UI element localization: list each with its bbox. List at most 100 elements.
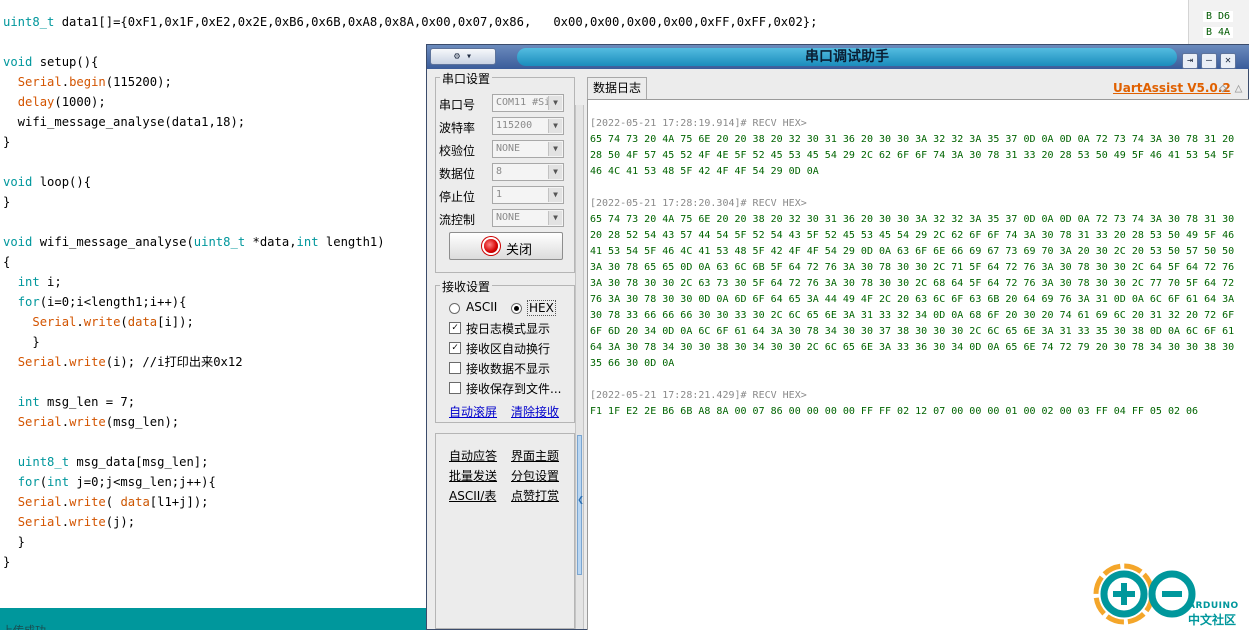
- field-label: 波特率: [439, 121, 476, 135]
- title-bar[interactable]: ⚙ ▾ 串口调试助手 ⇥ — ✕: [427, 45, 1249, 69]
- window-controls: ⇥ — ✕: [1182, 48, 1247, 69]
- packet-settings-link[interactable]: 分包设置: [511, 467, 559, 484]
- ascii-radio-label: ASCII: [466, 300, 498, 314]
- log-header: [2022-05-21 17:28:20.304]# RECV HEX>: [590, 198, 807, 209]
- donate-link[interactable]: 点赞打赏: [511, 487, 559, 504]
- chevron-left-icon[interactable]: ❮: [576, 493, 585, 506]
- code-line: uint8_t msg_data[msg_len];: [17, 455, 209, 469]
- more-functions-panel: 自动应答 界面主题 批量发送 分包设置 ASCII/表 点赞打赏: [435, 433, 575, 629]
- baud-select[interactable]: 115200 ▼: [492, 117, 564, 135]
- flowcontrol-value: NONE: [496, 212, 521, 223]
- tab-data-log[interactable]: 数据日志: [587, 77, 647, 99]
- stopbits-select[interactable]: 1 ▼: [492, 186, 564, 204]
- ascii-table-link[interactable]: ASCII/表: [449, 487, 496, 504]
- field-label: 校验位: [439, 144, 476, 158]
- log-hex-line: 30 78 33 66 66 66 30 30 33 30 2C 6C 65 6…: [590, 310, 1235, 321]
- code-line: int msg_len = 7;: [17, 395, 136, 409]
- chevron-down-icon: ▼: [548, 165, 562, 179]
- field-label: 流控制: [439, 213, 476, 227]
- auto-wrap-label: 接收区自动换行: [466, 342, 551, 356]
- minimize-button[interactable]: —: [1201, 53, 1217, 69]
- code-line: }: [3, 135, 11, 149]
- ascii-radio[interactable]: [449, 303, 460, 314]
- stopbits-value: 1: [496, 189, 503, 200]
- system-menu-button[interactable]: ⚙ ▾: [430, 48, 496, 65]
- close-port-label: 关闭: [506, 243, 533, 258]
- panel-splitter[interactable]: ❮: [575, 105, 584, 629]
- field-label: 数据位: [439, 167, 476, 181]
- watermark-line1: ARDUINO: [1188, 601, 1239, 611]
- hex-radio-label: HEX: [527, 300, 556, 316]
- diamond-icon[interactable]: ◇ △: [1219, 81, 1242, 96]
- clear-receive-link[interactable]: 清除接收: [511, 403, 559, 420]
- chevron-down-icon: ▼: [548, 211, 562, 225]
- log-hex-line: 6F 6D 20 34 0D 0A 6C 6F 61 64 3A 30 78 3…: [590, 326, 1235, 337]
- pin-button[interactable]: ⇥: [1182, 53, 1198, 69]
- code-line: Serial.write( data[l1+j]);: [17, 495, 209, 509]
- save-to-file-label: 接收保存到文件...: [466, 382, 562, 396]
- window-title: 串口调试助手: [805, 49, 889, 65]
- log-hex-line: 65 74 73 20 4A 75 6E 20 20 38 20 32 30 3…: [590, 134, 1235, 145]
- port-value: COM11 #Si: [496, 97, 551, 108]
- hide-data-checkbox[interactable]: [449, 362, 461, 374]
- chevron-down-icon: ▼: [548, 119, 562, 133]
- log-hex-line: 64 3A 30 78 34 30 30 38 30 34 30 30 2C 6…: [590, 342, 1235, 353]
- code-line: Serial.begin(115200);: [17, 75, 172, 89]
- code-line: void loop(){: [3, 175, 92, 189]
- auto-reply-link[interactable]: 自动应答: [449, 447, 497, 464]
- code-line: Serial.write(msg_len);: [17, 415, 180, 429]
- log-hex-line: 65 74 73 20 4A 75 6E 20 20 38 20 32 30 3…: [590, 214, 1235, 225]
- chevron-down-icon: ▼: [548, 96, 562, 110]
- receive-log[interactable]: [2022-05-21 17:28:19.914]# RECV HEX> 65 7…: [587, 99, 1249, 630]
- port-select[interactable]: COM11 #Si ▼: [492, 94, 564, 112]
- editor-status-text: 上传成功: [2, 622, 46, 630]
- log-hex-line: 76 3A 30 78 30 30 0D 0A 6D 6F 64 65 3A 4…: [590, 294, 1235, 305]
- theme-link[interactable]: 界面主题: [511, 447, 559, 464]
- log-mode-label: 按日志模式显示: [466, 322, 551, 336]
- receive-settings-title: 接收设置: [440, 278, 493, 295]
- log-hex-line: 46 4C 41 53 48 5F 42 4F 4F 54 29 0D 0A: [590, 166, 819, 177]
- log-mode-checkbox[interactable]: ✓: [449, 322, 461, 334]
- code-line: }: [3, 535, 26, 549]
- field-label: 停止位: [439, 190, 476, 204]
- close-port-button[interactable]: 关闭: [449, 232, 563, 260]
- baud-value: 115200: [496, 120, 533, 131]
- databits-select[interactable]: 8 ▼: [492, 163, 564, 181]
- log-hex-line: 41 53 54 5F 46 4C 41 53 48 5F 42 4F 4F 5…: [590, 246, 1235, 257]
- close-window-button[interactable]: ✕: [1220, 53, 1236, 69]
- code-line: Serial.write(j);: [17, 515, 136, 529]
- chevron-down-icon: ▼: [548, 188, 562, 202]
- code-line: }: [3, 195, 11, 209]
- code-line: uint8_t data1[]={0xF1,0x1F,0xE2,0x2E,0xB…: [3, 15, 818, 29]
- flowcontrol-select[interactable]: NONE ▼: [492, 209, 564, 227]
- hex-peek: B 4A: [1203, 27, 1234, 38]
- autoscroll-link[interactable]: 自动滚屏: [449, 403, 497, 420]
- save-to-file-checkbox[interactable]: [449, 382, 461, 394]
- hex-radio[interactable]: [511, 303, 522, 314]
- title-box: 串口调试助手: [517, 48, 1177, 66]
- log-hex-line: F1 1F E2 2E B6 6B A8 8A 00 07 86 00 00 0…: [590, 406, 1199, 417]
- log-hex-line: 3A 30 78 30 30 2C 63 73 30 5F 64 72 76 3…: [590, 278, 1235, 289]
- code-line: void setup(){: [3, 55, 99, 69]
- uartassist-brand-link[interactable]: UartAssist V5.0.2: [1113, 81, 1231, 95]
- batch-send-link[interactable]: 批量发送: [449, 467, 497, 484]
- receive-settings-group: 接收设置 ASCII HEX ✓ 按日志模式显示 ✓ 接收区自动换行 接收数据不…: [435, 278, 575, 423]
- parity-select[interactable]: NONE ▼: [492, 140, 564, 158]
- log-hex-line: 20 28 52 54 43 57 44 54 5F 52 54 43 5F 5…: [590, 230, 1235, 241]
- editor-status-bar: 上传成功: [0, 608, 426, 630]
- code-line: int i;: [17, 275, 62, 289]
- uart-assist-window: ⚙ ▾ 串口调试助手 ⇥ — ✕ 串口设置 串口号 COM11 #Si ▼ 波特率 1…: [426, 44, 1249, 630]
- code-line: wifi_message_analyse(data1,18);: [3, 115, 246, 129]
- auto-wrap-checkbox[interactable]: ✓: [449, 342, 461, 354]
- databits-value: 8: [496, 166, 503, 177]
- code-line: Serial.write(data[i]);: [32, 315, 194, 329]
- chevron-down-icon: ▼: [548, 142, 562, 156]
- port-settings-title: 串口设置: [440, 70, 493, 87]
- code-line: void wifi_message_analyse(uint8_t *data,…: [3, 235, 385, 249]
- hex-peek: B D6: [1203, 11, 1234, 22]
- code-line: }: [3, 555, 11, 569]
- record-icon: [484, 239, 498, 253]
- parity-value: NONE: [496, 143, 521, 154]
- code-line: for(int j=0;j<msg_len;j++){: [17, 475, 216, 489]
- log-header: [2022-05-21 17:28:21.429]# RECV HEX>: [590, 390, 807, 401]
